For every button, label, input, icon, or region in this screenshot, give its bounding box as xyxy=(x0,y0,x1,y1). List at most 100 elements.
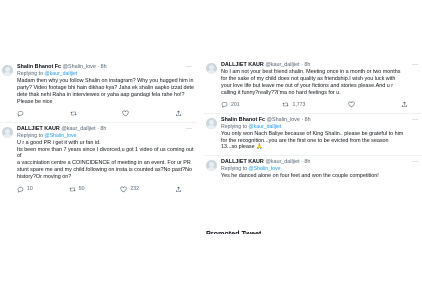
author-handle[interactable]: @kaur_dalljiet xyxy=(61,126,95,132)
tweet[interactable]: ··· Shalin Bhanot Fc @Shalin_love · 8h R… xyxy=(0,64,196,118)
tweet-actions: 201 1,773 xyxy=(221,101,422,109)
like-button[interactable] xyxy=(122,110,132,117)
tweet-header: DALLJIET KAUR @kaur_dalljiet · 8h xyxy=(17,126,196,133)
replying-mention[interactable]: @Shalin_love xyxy=(44,133,76,139)
replying-to: Replying to @kaur_dalljiet xyxy=(221,124,422,131)
left-screenshot-panel: ··· Shalin Bhanot Fc @Shalin_love · 8h R… xyxy=(0,64,196,229)
tweet-line: Please be nice xyxy=(17,98,53,105)
tweet-line: Yes he danced alone on four feet and won… xyxy=(221,173,379,180)
replying-mention[interactable]: @Shalin_love xyxy=(248,166,280,172)
tweet[interactable]: ··· DALLJIET KAUR @kaur_dalljiet · 8h No… xyxy=(204,62,422,109)
tweet-line: You only won Nach Baliye because of King… xyxy=(221,130,404,137)
replying-prefix: Replying to xyxy=(221,123,247,130)
promoted-tweet-label: Promoted Tweet xyxy=(206,229,262,234)
retweet-icon xyxy=(282,102,289,107)
reply-count: 10 xyxy=(27,186,33,193)
reply-count: 201 xyxy=(231,101,240,108)
right-screenshot-panel: ··· DALLJIET KAUR @kaur_dalljiet · 8h No… xyxy=(204,48,422,232)
tweet-line: a vacciniation centre a COINCIDENCE of m… xyxy=(17,160,191,167)
replying-prefix: Replying to xyxy=(17,71,43,77)
retweet-count: 1,773 xyxy=(292,101,306,108)
tweet-text: No I am not your best friend shalin. Mee… xyxy=(221,69,422,97)
tweet-line: Its been more than 7 years since I divor… xyxy=(17,146,194,160)
author-handle[interactable]: @Shalin_love xyxy=(267,117,300,123)
tweet-line: No I am not your best friend shalin. Mee… xyxy=(221,69,401,75)
replying-mention[interactable]: @kaur_dalljiet xyxy=(248,124,281,130)
avatar[interactable] xyxy=(2,65,13,76)
retweet-button[interactable]: 50 xyxy=(69,186,85,193)
more-icon[interactable]: ··· xyxy=(186,64,192,70)
reply-button[interactable] xyxy=(17,110,27,117)
retweet-icon xyxy=(70,111,77,116)
like-icon xyxy=(120,186,127,192)
retweet-button[interactable]: 1,773 xyxy=(282,101,305,108)
divider xyxy=(0,121,196,123)
reply-icon xyxy=(221,102,228,108)
replying-prefix: Replying to xyxy=(17,132,43,139)
tweet-line: 13...so please 🙏 xyxy=(221,144,263,151)
retweet-count: 50 xyxy=(78,186,85,193)
retweet-icon xyxy=(69,187,76,191)
like-button[interactable]: 232 xyxy=(120,186,139,193)
divider xyxy=(204,155,422,157)
author-name[interactable]: Shalin Bhanot Fc xyxy=(221,117,265,123)
tweet-actions xyxy=(17,110,196,118)
tweet-time[interactable]: · 8h xyxy=(97,64,106,70)
tweet-time[interactable]: · 8h xyxy=(97,126,106,132)
tweet[interactable]: ··· DALLJIET KAUR @kaur_dalljiet · 8h Re… xyxy=(204,159,422,180)
author-name[interactable]: DALLJIET KAUR xyxy=(221,159,264,165)
tweet-header: Shalin Bhanot Fc @Shalin_love · 8h xyxy=(17,64,196,71)
tweet-line: Madam then why you follow Shalin on inst… xyxy=(17,78,194,84)
replying-to: Replying to @kaur_dalljiet xyxy=(17,71,196,78)
tweet[interactable]: ··· DALLJIET KAUR @kaur_dalljiet · 8h Re… xyxy=(0,126,196,193)
tweet-text: U r a good PR i get it with ur fan id. I… xyxy=(17,140,196,181)
divider xyxy=(204,112,422,114)
more-icon[interactable]: ··· xyxy=(186,126,192,132)
reply-button[interactable]: 10 xyxy=(17,186,33,193)
reply-button[interactable]: 201 xyxy=(221,101,240,108)
tweet-header: Shalin Bhanot Fc @Shalin_love · 8h xyxy=(221,117,422,124)
like-icon xyxy=(122,110,129,117)
avatar[interactable] xyxy=(206,160,217,172)
tweet-line: for the sake of my child does not qualit… xyxy=(221,75,396,82)
tweet[interactable]: ··· Shalin Bhanot Fc @Shalin_love · 8h R… xyxy=(204,117,422,152)
tweet-time[interactable]: · 8h xyxy=(301,159,310,165)
replying-to: Replying to @Shalin_love xyxy=(221,166,422,173)
share-button[interactable] xyxy=(401,101,408,108)
tweet-text: Madam then why you follow Shalin on inst… xyxy=(17,78,196,106)
more-icon[interactable]: ··· xyxy=(412,117,418,123)
avatar[interactable] xyxy=(206,63,217,74)
more-icon[interactable]: ··· xyxy=(412,62,418,68)
tweet-line: dete thak nehi Raha in interviewes or ya… xyxy=(17,91,185,98)
share-icon xyxy=(175,110,181,117)
tweet-line: party? Video footage bhi hain dikhao kya… xyxy=(17,84,195,91)
tweet-actions: 10 50 232 xyxy=(17,185,196,193)
tweet-time[interactable]: · 8h xyxy=(301,117,310,123)
author-handle[interactable]: @Shalin_love xyxy=(63,64,96,70)
author-name[interactable]: DALLJIET KAUR xyxy=(17,126,60,132)
more-icon[interactable]: ··· xyxy=(412,159,418,165)
avatar[interactable] xyxy=(206,117,217,129)
share-button[interactable] xyxy=(175,110,182,117)
tweet-line: U r a good PR i get it with ur fan id. xyxy=(17,139,101,146)
tweet-line: history?Or moving on? xyxy=(17,174,72,181)
tweet-time[interactable]: · 8h xyxy=(301,62,310,68)
avatar[interactable] xyxy=(2,126,13,138)
tweet-line: calling it funny?really??I'ma no hard fe… xyxy=(221,89,341,96)
replying-mention[interactable]: @kaur_dalljiet xyxy=(44,71,77,77)
like-icon xyxy=(348,101,355,108)
retweet-button[interactable] xyxy=(70,110,80,117)
author-name[interactable]: DALLJIET KAUR xyxy=(221,62,264,68)
author-handle[interactable]: @kaur_dalljiet xyxy=(265,62,299,68)
share-button[interactable] xyxy=(175,186,182,193)
replying-to: Replying to @Shalin_love xyxy=(17,133,196,140)
tweet-header: DALLJIET KAUR @kaur_dalljiet · 8h xyxy=(221,159,422,166)
author-handle[interactable]: @kaur_dalljiet xyxy=(265,159,299,165)
reply-icon xyxy=(17,111,24,117)
share-icon xyxy=(175,186,182,192)
tweet-header: DALLJIET KAUR @kaur_dalljiet · 8h xyxy=(221,62,422,69)
tweet-line: your love life but leave me out of your … xyxy=(221,82,393,89)
like-button[interactable] xyxy=(348,101,358,108)
share-icon xyxy=(401,101,408,108)
author-name[interactable]: Shalin Bhanot Fc xyxy=(17,64,61,70)
